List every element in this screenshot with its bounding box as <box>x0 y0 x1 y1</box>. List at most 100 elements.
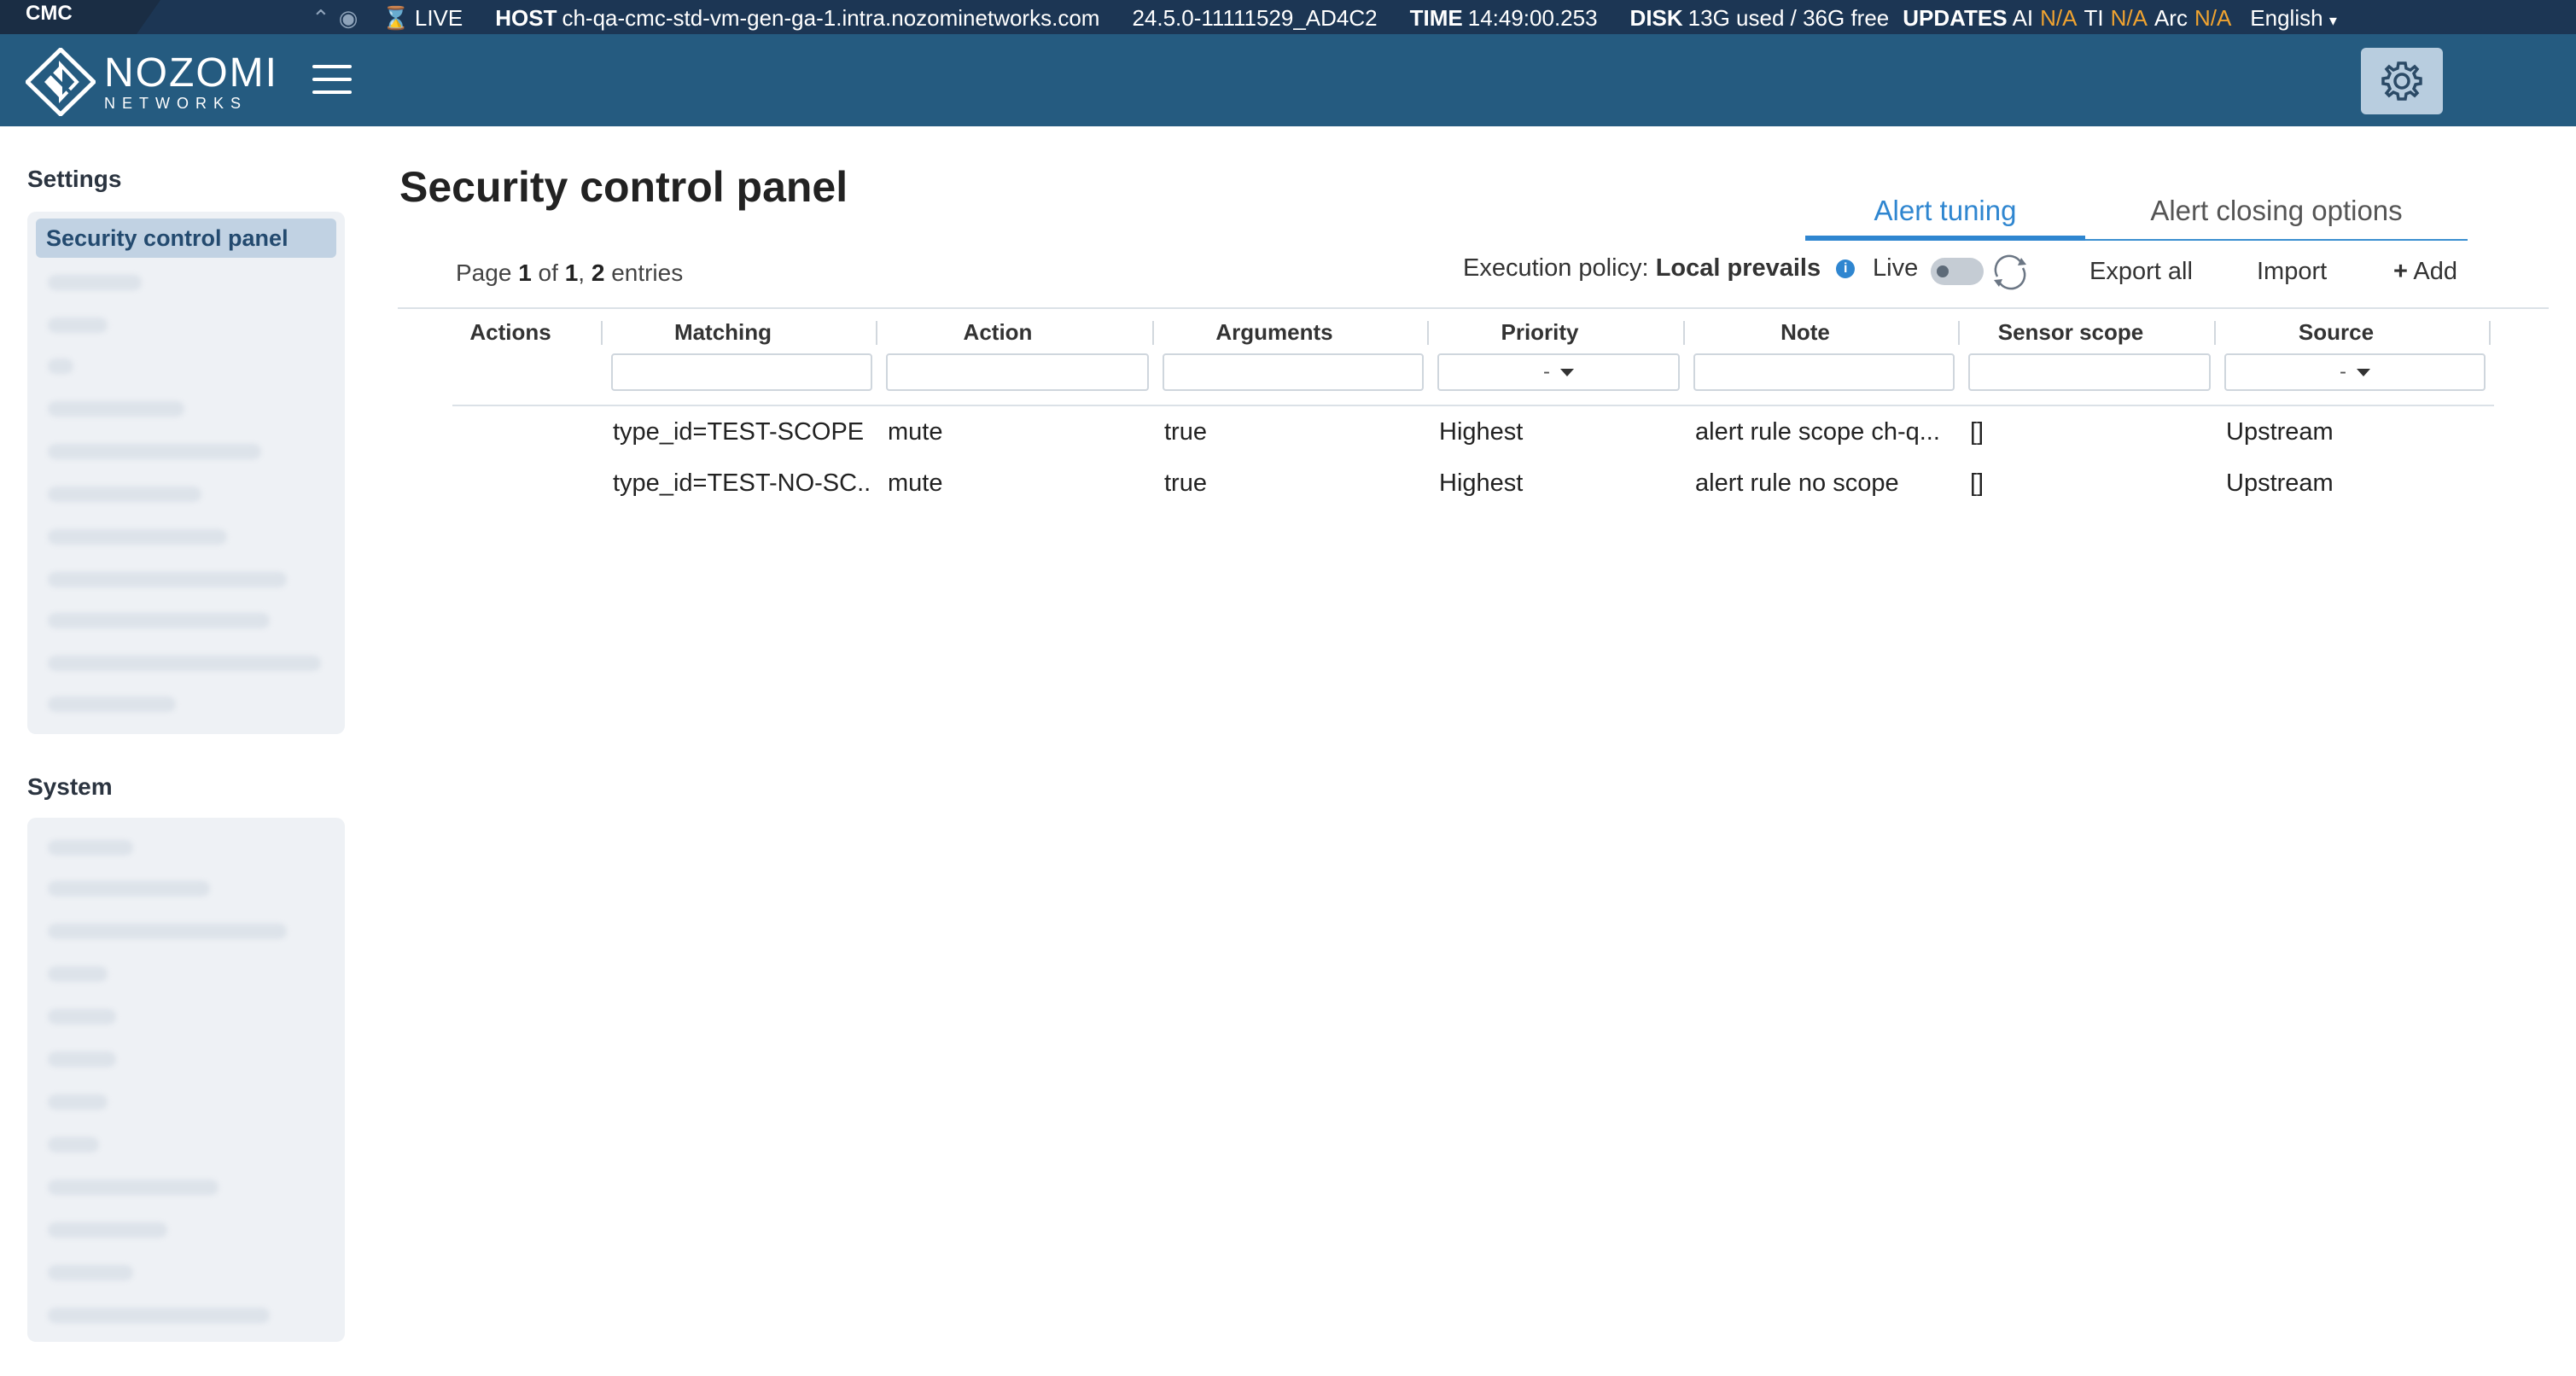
column-separator[interactable] <box>1427 321 1429 345</box>
execution-policy: Execution policy: Local prevails i <box>1463 254 1856 283</box>
info-icon[interactable]: i <box>1836 259 1856 279</box>
tab-alert-tuning[interactable]: Alert tuning <box>1805 193 2085 241</box>
column-separator[interactable] <box>601 321 603 345</box>
column-header-sensor-scope[interactable]: Sensor scope <box>1968 319 2173 346</box>
sidebar-item-blurred[interactable] <box>48 529 227 545</box>
total-pages: 1 <box>564 259 579 286</box>
sidebar-item-blurred[interactable] <box>48 1052 116 1067</box>
cell-source: Upstream <box>2226 418 2334 446</box>
tab-alert-closing-options[interactable]: Alert closing options <box>2085 193 2468 241</box>
cell-sensor-scope: [] <box>1970 418 1984 446</box>
column-separator[interactable] <box>876 321 877 345</box>
sidebar-item-blurred[interactable] <box>48 924 287 939</box>
column-header-arguments[interactable]: Arguments <box>1163 319 1386 346</box>
column-header-action[interactable]: Action <box>886 319 1110 346</box>
sidebar-item-blurred[interactable] <box>48 881 210 896</box>
cell-arguments: true <box>1164 469 1207 497</box>
status-bar: CMC ⌃ ◉ ⌛ LIVE HOST ch-qa-cmc-std-vm-gen… <box>0 0 2576 34</box>
live-indicator: LIVE <box>414 5 463 31</box>
cell-action: mute <box>888 418 943 446</box>
entry-count: 2 <box>591 259 605 286</box>
sidebar-item-blurred[interactable] <box>48 840 133 855</box>
priority-filter-select[interactable]: - <box>1437 353 1680 391</box>
settings-button[interactable] <box>2361 48 2443 114</box>
eye-icon[interactable]: ◉ <box>339 5 358 32</box>
language-selector[interactable]: English ▾ <box>2250 5 2337 32</box>
import-button[interactable]: Import <box>2257 258 2327 286</box>
updates-ai-value: N/A <box>2040 5 2078 31</box>
sidebar-item-blurred[interactable] <box>48 613 270 628</box>
cell-sensor-scope: [] <box>1970 469 1984 497</box>
live-label: Live <box>1873 254 1919 282</box>
app-header: NOZOMI NETWORKS <box>0 34 2576 126</box>
column-separator[interactable] <box>1958 321 1960 345</box>
host-key: HOST <box>495 5 557 31</box>
updates-ti-value: N/A <box>2110 5 2148 31</box>
arguments-filter-input[interactable] <box>1163 353 1424 391</box>
column-header-note[interactable]: Note <box>1693 319 1917 346</box>
language-label: English <box>2250 5 2323 31</box>
sidebar-item-blurred[interactable] <box>48 697 176 712</box>
column-separator[interactable] <box>2489 321 2491 345</box>
matching-filter-input[interactable] <box>611 353 872 391</box>
sidebar-item-blurred[interactable] <box>48 1009 116 1024</box>
column-header-matching[interactable]: Matching <box>611 319 835 346</box>
collapse-chevron-icon[interactable]: ⌃ <box>312 5 330 32</box>
updates-ai-label: AI <box>2012 5 2034 31</box>
add-button[interactable]: + Add <box>2393 258 2457 286</box>
cell-priority: Highest <box>1439 418 1524 446</box>
cell-note: alert rule scope ch-q... <box>1695 418 1940 446</box>
sidebar-item-blurred[interactable] <box>48 359 73 374</box>
sidebar-item-blurred[interactable] <box>48 1180 219 1195</box>
sidebar-item-blurred[interactable] <box>48 487 201 502</box>
column-header-priority[interactable]: Priority <box>1437 319 1642 346</box>
system-menu <box>27 818 345 1342</box>
tab-bar: Alert tuning Alert closing options <box>1805 193 2468 241</box>
priority-filter-value: - <box>1543 360 1550 383</box>
sidebar-item-blurred[interactable] <box>48 444 261 459</box>
logo-text-primary: NOZOMI <box>104 50 278 96</box>
sidebar-item-blurred[interactable] <box>48 275 142 290</box>
sidebar-item-blurred[interactable] <box>48 1137 99 1152</box>
export-all-button[interactable]: Export all <box>2089 258 2193 286</box>
sensor-scope-filter-input[interactable] <box>1968 353 2211 391</box>
table-header-divider <box>452 405 2494 406</box>
sidebar-item-blurred[interactable] <box>48 1308 270 1323</box>
execution-policy-value: Local prevails <box>1655 254 1821 282</box>
note-filter-input[interactable] <box>1693 353 1955 391</box>
sidebar-item-blurred[interactable] <box>48 572 287 587</box>
updates-ti-label: TI <box>2084 5 2104 31</box>
execution-policy-label: Execution policy: <box>1463 254 1649 282</box>
disk-value: 13G used / 36G free <box>1687 5 1890 31</box>
page-title: Security control panel <box>399 163 848 211</box>
sidebar-item-blurred[interactable] <box>48 401 184 417</box>
sidebar-item-blurred[interactable] <box>48 1265 133 1280</box>
sidebar-item-blurred[interactable] <box>48 966 108 982</box>
sidebar-item-blurred[interactable] <box>48 1094 108 1110</box>
refresh-icon[interactable] <box>1989 253 2031 292</box>
gear-icon <box>2381 61 2422 101</box>
column-separator[interactable] <box>1683 321 1685 345</box>
sidebar-item-blurred[interactable] <box>48 318 108 333</box>
column-separator[interactable] <box>1152 321 1154 345</box>
sidebar-settings-title: Settings <box>27 166 122 192</box>
live-toggle[interactable] <box>1931 258 1984 285</box>
sidebar-system-title: System <box>27 773 113 800</box>
source-filter-value: - <box>2340 360 2346 383</box>
nozomi-logo[interactable]: NOZOMI NETWORKS <box>26 48 278 116</box>
sidebar-item-blurred[interactable] <box>48 1222 167 1238</box>
disk-key: DISK <box>1629 5 1683 31</box>
cell-matching: type_id=TEST-NO-SC... <box>613 469 869 497</box>
product-badge: CMC <box>0 0 160 34</box>
column-separator[interactable] <box>2214 321 2216 345</box>
hourglass-icon: ⌛ <box>382 5 410 31</box>
sidebar-item-blurred[interactable] <box>48 656 321 671</box>
source-filter-select[interactable]: - <box>2224 353 2486 391</box>
pagination-info: Page 1 of 1, 2 entries <box>456 259 684 286</box>
action-filter-input[interactable] <box>886 353 1149 391</box>
sidebar-item-security-control-panel[interactable]: Security control panel <box>36 219 336 258</box>
hamburger-menu-icon[interactable] <box>312 65 352 96</box>
column-header-source[interactable]: Source <box>2224 319 2448 346</box>
toolbar-divider <box>398 307 2549 309</box>
cell-source: Upstream <box>2226 469 2334 497</box>
